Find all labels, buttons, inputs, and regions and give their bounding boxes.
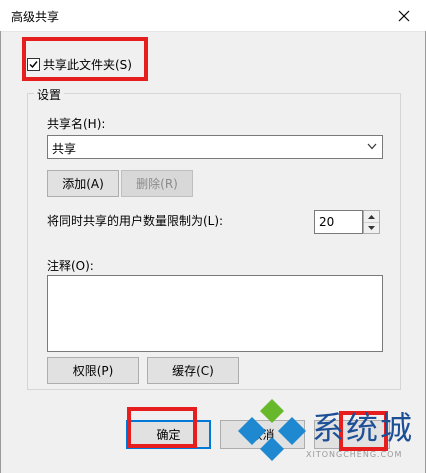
share-folder-label: 共享此文件夹(S)	[43, 57, 132, 72]
user-limit-value: 20	[319, 215, 335, 229]
checkmark-icon	[29, 60, 38, 68]
comment-label: 注释(O):	[47, 259, 94, 273]
share-folder-checkbox[interactable]: 共享此文件夹(S)	[27, 56, 132, 72]
chevron-down-icon[interactable]	[367, 143, 377, 150]
ok-button[interactable]: 确定	[126, 420, 211, 449]
user-limit-spinner[interactable]	[363, 210, 380, 234]
settings-legend: 设置	[34, 86, 65, 103]
share-name-label: 共享名(H):	[47, 117, 106, 131]
apply-button[interactable]	[314, 420, 390, 449]
close-icon	[398, 10, 410, 21]
window-title: 高级共享	[11, 10, 60, 24]
spin-down-button[interactable]	[364, 222, 379, 233]
cancel-button[interactable]: 取消	[220, 420, 305, 449]
add-button[interactable]: 添加(A)	[47, 170, 119, 197]
comment-textarea[interactable]	[47, 275, 383, 352]
triangle-up-icon	[368, 214, 375, 219]
window-border-left	[0, 31, 1, 473]
triangle-down-icon	[368, 225, 375, 230]
permissions-button[interactable]: 权限(P)	[47, 357, 139, 384]
title-bar: 高级共享	[0, 0, 426, 32]
user-limit-label: 将同时共享的用户数量限制为(L):	[47, 214, 224, 228]
checkbox-box[interactable]	[27, 57, 40, 71]
close-button[interactable]	[382, 0, 426, 31]
user-limit-input[interactable]: 20	[314, 210, 363, 234]
remove-button[interactable]: 删除(R)	[121, 170, 193, 197]
share-name-value: 共享	[52, 142, 77, 156]
caching-button[interactable]: 缓存(C)	[147, 357, 239, 384]
share-name-dropdown[interactable]: 共享	[47, 135, 383, 159]
watermark-url: XITONGCHENG.COM	[306, 450, 403, 459]
